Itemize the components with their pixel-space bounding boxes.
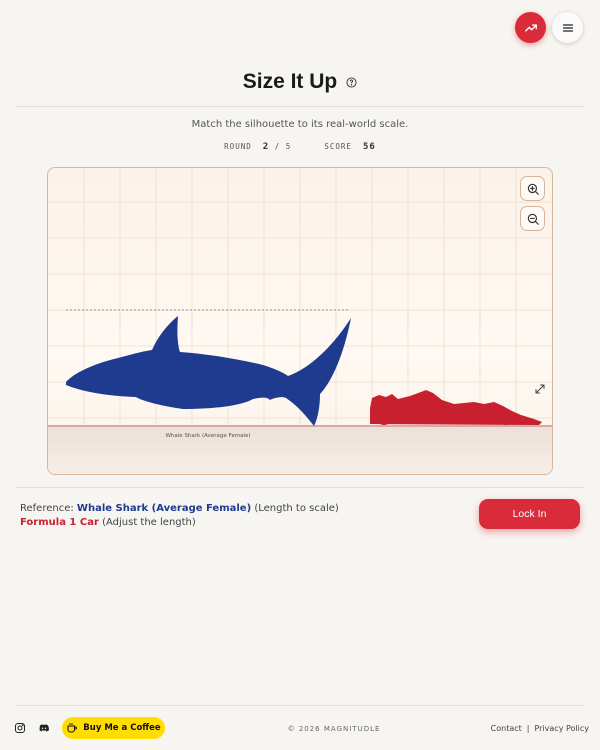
header-divider	[16, 106, 584, 107]
reference-line: Reference: Whale Shark (Average Female) …	[20, 502, 339, 516]
whale-shark-silhouette	[66, 316, 351, 426]
help-circle-icon[interactable]	[346, 76, 357, 88]
footer-separator: |	[526, 724, 530, 733]
lock-in-button[interactable]: Lock In	[479, 499, 580, 529]
target-line: Formula 1 Car (Adjust the length)	[20, 516, 339, 530]
round-separator: /	[274, 142, 281, 151]
zoom-in-icon	[527, 183, 539, 195]
zoom-out-button[interactable]	[520, 206, 545, 231]
f1-front-wheel	[499, 411, 513, 425]
zoom-out-icon	[527, 213, 539, 225]
scene-canvas	[48, 168, 552, 474]
footer-divider	[16, 705, 584, 706]
resize-handle[interactable]	[532, 381, 548, 397]
footer-links: Contact | Privacy Policy	[491, 724, 589, 733]
reference-name: Whale Shark (Average Female)	[76, 503, 252, 514]
stats-button[interactable]	[515, 12, 546, 43]
round-current: 2	[262, 142, 270, 152]
menu-button[interactable]	[552, 12, 583, 43]
reference-prefix: Reference:	[20, 503, 74, 514]
score-value: 56	[362, 142, 376, 152]
contact-link[interactable]: Contact	[491, 724, 522, 733]
target-note: (Adjust the length)	[102, 517, 196, 528]
privacy-policy-link[interactable]: Privacy Policy	[534, 724, 589, 733]
target-name: Formula 1 Car	[20, 517, 99, 528]
reference-note: (Length to scale)	[254, 503, 339, 514]
reference-caption: Whale Shark (Average Female)	[165, 433, 251, 439]
round-score-bar: ROUND 2 / 5 SCORE 56	[0, 142, 600, 152]
expand-diagonal-icon	[535, 384, 545, 394]
round-label: ROUND	[224, 142, 252, 151]
instructions-text: Match the silhouette to its real-world s…	[191, 119, 409, 130]
round-info: Reference: Whale Shark (Average Female) …	[20, 502, 339, 530]
round-total: 5	[285, 142, 292, 151]
stage-divider	[16, 487, 584, 488]
page-title: Size It Up	[242, 70, 338, 93]
title-row: Size It Up	[0, 68, 600, 96]
f1-rear-wheel	[375, 407, 393, 425]
menu-icon	[562, 23, 573, 32]
trending-up-icon	[524, 23, 537, 32]
zoom-in-button[interactable]	[520, 176, 545, 201]
score-label: SCORE	[324, 142, 352, 151]
comparison-stage[interactable]: Whale Shark (Average Female)	[47, 167, 553, 475]
